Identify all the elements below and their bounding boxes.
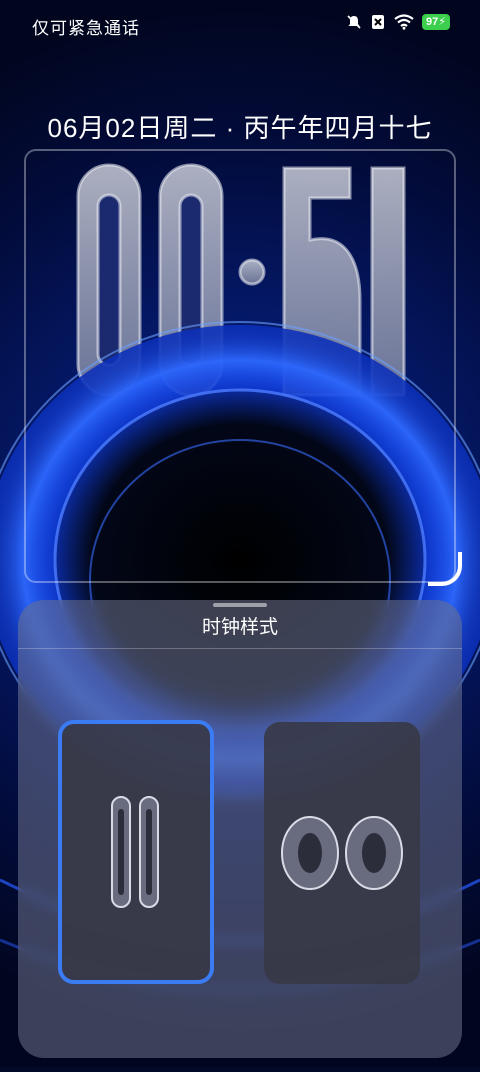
carrier-text: 仅可紧急通话 xyxy=(32,19,140,38)
clock-style-option-2[interactable] xyxy=(264,722,420,984)
mute-bell-icon xyxy=(347,15,361,29)
lockscreen-date: 06月02日周二 · 丙午年四月十七 xyxy=(47,113,433,143)
wifi-icon xyxy=(394,14,414,30)
status-bar: 仅可紧急通话 97⚡ xyxy=(0,0,480,48)
style-preview-round-digits xyxy=(281,816,403,890)
battery-indicator: 97⚡ xyxy=(422,14,450,30)
sheet-drag-handle[interactable] xyxy=(213,603,267,607)
clock-style-option-1[interactable] xyxy=(58,720,214,984)
status-icons: 97⚡ xyxy=(346,14,450,30)
sheet-title: 时钟样式 xyxy=(201,617,278,638)
battery-level: 97 xyxy=(426,16,439,28)
no-sim-icon xyxy=(372,15,385,29)
sheet-divider xyxy=(18,648,462,649)
clock-widget-frame[interactable] xyxy=(24,149,456,583)
style-preview-tall-digits xyxy=(111,796,159,908)
